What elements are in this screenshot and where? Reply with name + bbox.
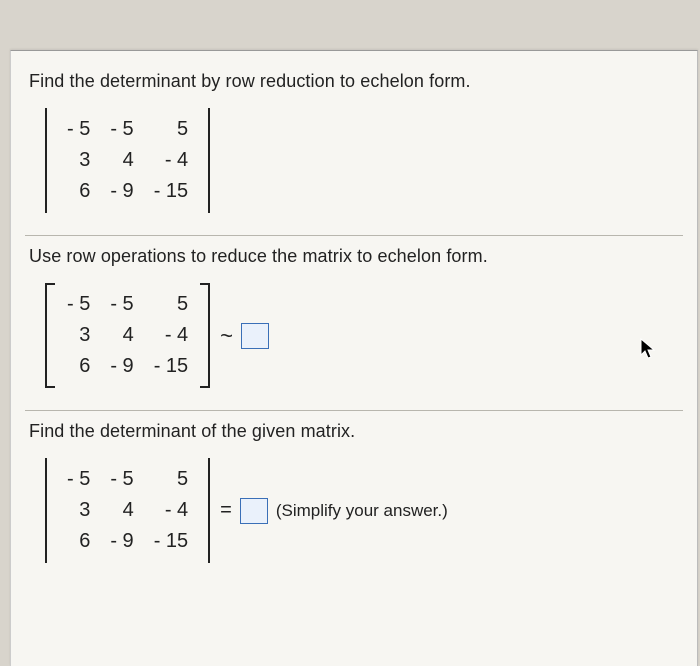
cell: - 15 (144, 351, 198, 382)
problem-title: Find the determinant by row reduction to… (29, 71, 679, 92)
table-row: 6 - 9 - 15 (57, 176, 198, 207)
cell: 3 (57, 320, 100, 351)
cell: 4 (100, 145, 143, 176)
step2-prompt: Find the determinant of the given matrix… (29, 421, 679, 442)
matrix-table: - 5 - 5 5 3 4 - 4 6 - 9 - 15 (57, 464, 198, 557)
table-row: 6 - 9 - 15 (57, 526, 198, 557)
problem-matrix-block: - 5 - 5 5 3 4 - 4 6 - 9 - 15 (45, 108, 210, 213)
cell: 4 (100, 495, 143, 526)
equals-symbol: = (220, 499, 232, 522)
cell: 6 (57, 351, 100, 382)
table-row: - 5 - 5 5 (57, 289, 198, 320)
cell: - 5 (100, 114, 143, 145)
divider (25, 235, 683, 236)
table-row: - 5 - 5 5 (57, 114, 198, 145)
echelon-answer-input[interactable] (241, 323, 269, 349)
table-row: 3 4 - 4 (57, 495, 198, 526)
table-row: - 5 - 5 5 (57, 464, 198, 495)
cell: 6 (57, 176, 100, 207)
cell: - 9 (100, 526, 143, 557)
step1-matrix-block: - 5 - 5 5 3 4 - 4 6 - 9 - 15 ~ (45, 283, 269, 388)
cell: 5 (144, 464, 198, 495)
cell: - 15 (144, 526, 198, 557)
simplify-hint: (Simplify your answer.) (276, 501, 448, 521)
step1-prompt: Use row operations to reduce the matrix … (29, 246, 679, 267)
cell: 5 (144, 289, 198, 320)
table-row: 6 - 9 - 15 (57, 351, 198, 382)
cell: - 4 (144, 320, 198, 351)
determinant-answer-input[interactable] (240, 498, 268, 524)
cell: - 9 (100, 351, 143, 382)
cell: - 5 (57, 114, 100, 145)
cell: 4 (100, 320, 143, 351)
divider (25, 410, 683, 411)
question-panel: Find the determinant by row reduction to… (10, 50, 698, 666)
cell: 3 (57, 495, 100, 526)
cell: 6 (57, 526, 100, 557)
cell: - 4 (144, 145, 198, 176)
cell: - 15 (144, 176, 198, 207)
determinant-matrix: - 5 - 5 5 3 4 - 4 6 - 9 - 15 (45, 458, 210, 563)
bracket-matrix: - 5 - 5 5 3 4 - 4 6 - 9 - 15 (45, 283, 210, 388)
cell: - 5 (57, 464, 100, 495)
cell: 3 (57, 145, 100, 176)
tilde-symbol: ~ (220, 323, 233, 349)
matrix-table: - 5 - 5 5 3 4 - 4 6 - 9 - 15 (57, 114, 198, 207)
cell: - 9 (100, 176, 143, 207)
step2-matrix-block: - 5 - 5 5 3 4 - 4 6 - 9 - 15 = (Simplify… (45, 458, 448, 563)
matrix-table: - 5 - 5 5 3 4 - 4 6 - 9 - 15 (57, 289, 198, 382)
table-row: 3 4 - 4 (57, 145, 198, 176)
cell: - 4 (144, 495, 198, 526)
cell: - 5 (100, 289, 143, 320)
cell: - 5 (57, 289, 100, 320)
table-row: 3 4 - 4 (57, 320, 198, 351)
cell: - 5 (100, 464, 143, 495)
cell: 5 (144, 114, 198, 145)
determinant-matrix: - 5 - 5 5 3 4 - 4 6 - 9 - 15 (45, 108, 210, 213)
